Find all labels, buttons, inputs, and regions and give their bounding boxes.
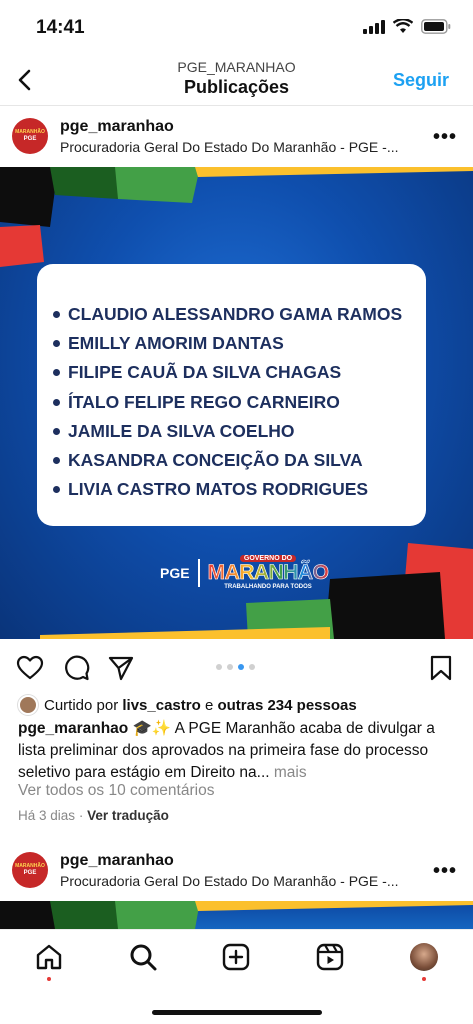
caption-emoji: 🎓✨	[132, 720, 172, 737]
carousel-dot	[216, 664, 222, 670]
bullet-icon	[53, 457, 60, 465]
home-icon[interactable]	[34, 942, 64, 972]
meta-separator: ·	[78, 808, 84, 823]
battery-icon	[421, 19, 451, 34]
bullet-icon	[53, 427, 60, 435]
post-subtitle[interactable]: Procuradoria Geral Do Estado Do Maranhão…	[60, 139, 398, 155]
likes-user[interactable]: livs_castro	[122, 697, 200, 714]
home-notification-dot	[47, 977, 51, 981]
bullet-icon	[53, 398, 60, 406]
list-item: ÍTALO FELIPE REGO CARNEIRO	[53, 388, 426, 417]
status-bar: 14:41	[0, 0, 473, 52]
post-username[interactable]: pge_maranhao	[60, 852, 174, 870]
post-header: MARANHÃO PGE pge_maranhao Procuradoria G…	[0, 106, 473, 166]
next-post-image[interactable]	[0, 901, 473, 929]
decor-shapes	[0, 901, 473, 929]
likes-line[interactable]: Curtido por livs_castro e outras 234 pes…	[18, 695, 357, 715]
name-text: EMILLY AMORIM DANTAS	[68, 333, 284, 354]
comment-icon[interactable]	[62, 654, 90, 682]
post-meta: Há 3 dias · Ver tradução	[18, 808, 169, 823]
name-text: KASANDRA CONCEIÇÃO DA SILVA	[68, 450, 363, 471]
post-subtitle[interactable]: Procuradoria Geral Do Estado Do Maranhão…	[60, 873, 398, 889]
reels-icon[interactable]	[315, 942, 345, 972]
carousel-dot	[249, 664, 255, 670]
avatar-logo-line1: MARANHÃO	[15, 863, 45, 869]
avatar[interactable]: MARANHÃO PGE	[12, 852, 48, 888]
names-list: CLAUDIO ALESSANDRO GAMA RAMOS EMILLY AMO…	[53, 300, 426, 504]
bookmark-icon[interactable]	[427, 654, 455, 682]
avatar[interactable]: MARANHÃO PGE	[12, 118, 48, 154]
signal-icon	[363, 19, 385, 34]
share-icon[interactable]	[107, 654, 135, 682]
likes-others[interactable]: outras 234 pessoas	[217, 697, 356, 714]
avatar-logo-line2: PGE	[23, 136, 37, 142]
follow-button[interactable]: Seguir	[393, 70, 449, 91]
caption-more-link[interactable]: mais	[274, 764, 307, 781]
list-item: FILIPE CAUÃ DA SILVA CHAGAS	[53, 358, 426, 387]
avatar-logo-line2: PGE	[23, 870, 37, 876]
more-options-icon[interactable]: •••	[433, 860, 457, 883]
search-icon[interactable]	[128, 942, 158, 972]
carousel-dot	[227, 664, 233, 670]
more-options-icon[interactable]: •••	[433, 126, 457, 149]
bullet-icon	[53, 340, 60, 348]
home-indicator	[152, 1010, 322, 1015]
time-ago: Há 3 dias	[18, 808, 76, 823]
name-text: JAMILE DA SILVA COELHO	[68, 420, 295, 441]
likes-middle: e	[204, 696, 214, 714]
caption-username[interactable]: pge_maranhao	[18, 720, 128, 737]
list-item: LIVIA CASTRO MATOS RODRIGUES	[53, 475, 426, 504]
post-caption: pge_maranhao 🎓✨ A PGE Maranhão acaba de …	[18, 718, 458, 784]
translate-link[interactable]: Ver tradução	[87, 808, 169, 823]
bottom-tab-bar	[0, 929, 473, 1024]
post-actions	[0, 648, 473, 688]
profile-notification-dot	[422, 977, 426, 981]
list-item: EMILLY AMORIM DANTAS	[53, 329, 426, 358]
gov-bottom-text: TRABALHANDO PARA TODOS	[224, 584, 312, 590]
next-post-header: MARANHÃO PGE pge_maranhao Procuradoria G…	[0, 840, 473, 900]
top-header: PGE_MARANHAO Publicações Seguir	[0, 52, 473, 106]
name-text: CLAUDIO ALESSANDRO GAMA RAMOS	[68, 304, 403, 325]
heart-icon[interactable]	[16, 654, 44, 682]
post-username[interactable]: pge_maranhao	[60, 118, 174, 136]
status-time: 14:41	[36, 17, 85, 38]
name-text: LIVIA CASTRO MATOS RODRIGUES	[68, 479, 369, 500]
wifi-icon	[393, 19, 413, 33]
status-icons	[363, 19, 451, 34]
gov-main-text: MARANHÃO	[207, 561, 329, 584]
maranhao-logo: GOVERNO DO MARANHÃO TRABALHANDO PARA TOD…	[207, 555, 329, 590]
carousel-dot-active	[238, 664, 244, 670]
post-image[interactable]: CLAUDIO ALESSANDRO GAMA RAMOS EMILLY AMO…	[0, 167, 473, 639]
logo-divider	[197, 558, 200, 587]
liker-avatar	[18, 695, 38, 715]
bullet-icon	[53, 369, 60, 377]
names-card: CLAUDIO ALESSANDRO GAMA RAMOS EMILLY AMO…	[37, 264, 426, 526]
bullet-icon	[53, 486, 60, 494]
carousel-indicator	[216, 664, 255, 670]
name-text: ÍTALO FELIPE REGO CARNEIRO	[68, 391, 340, 412]
list-item: KASANDRA CONCEIÇÃO DA SILVA	[53, 446, 426, 475]
likes-prefix: Curtido por	[44, 696, 119, 714]
name-text: FILIPE CAUÃ DA SILVA CHAGAS	[68, 362, 342, 383]
avatar-logo-line1: MARANHÃO	[15, 129, 45, 135]
gov-logo: PGE GOVERNO DO MARANHÃO TRABALHANDO PARA…	[160, 555, 329, 590]
bullet-icon	[53, 311, 60, 319]
profile-avatar-icon[interactable]	[410, 943, 438, 971]
list-item: JAMILE DA SILVA COELHO	[53, 417, 426, 446]
create-post-icon[interactable]	[221, 942, 251, 972]
view-comments-link[interactable]: Ver todos os 10 comentários	[18, 782, 214, 800]
pge-logo-text: PGE	[160, 564, 190, 581]
list-item: CLAUDIO ALESSANDRO GAMA RAMOS	[53, 300, 426, 329]
